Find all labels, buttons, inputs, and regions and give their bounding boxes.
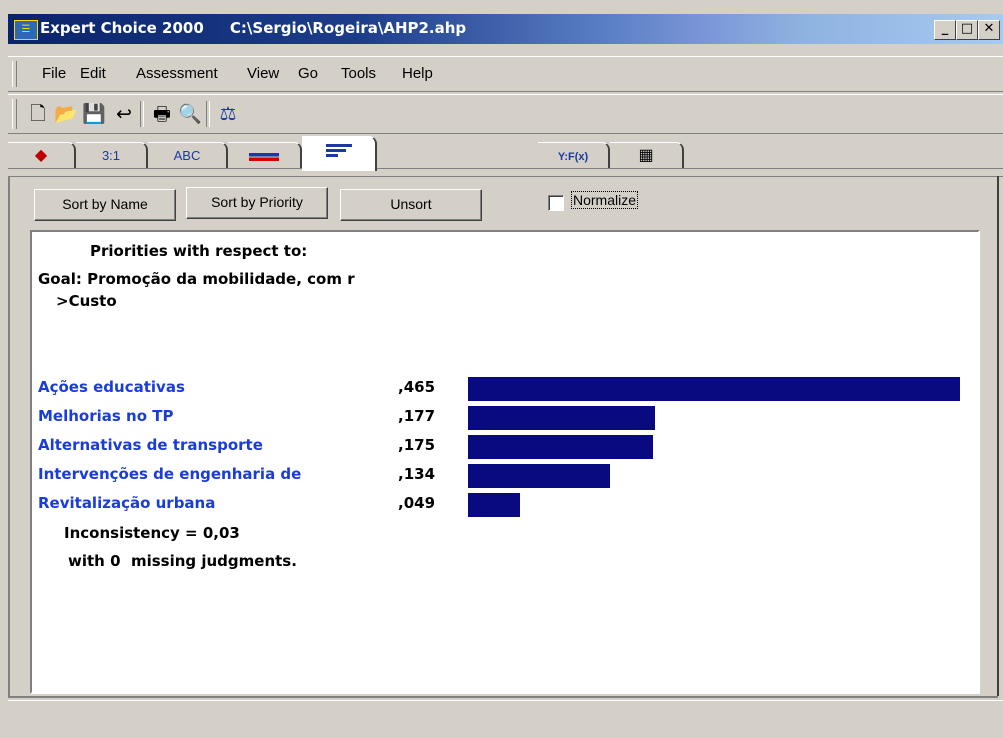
minimize-button[interactable]: _ bbox=[934, 20, 956, 40]
status-bar bbox=[8, 700, 1003, 738]
mode-tabs: ◆ 3:1 ABC Y:F(x) ▦ bbox=[8, 136, 1003, 172]
tab-verbal[interactable]: ABC bbox=[148, 142, 228, 169]
graphic-bar-mode-icon bbox=[249, 152, 279, 161]
alternative-priority-value: ,049 bbox=[398, 494, 436, 512]
toolbar-separator bbox=[206, 101, 210, 127]
graphic-mode-icon: ◆ bbox=[34, 147, 48, 164]
sort-by-priority-button[interactable]: Sort by Priority bbox=[186, 187, 328, 219]
open-folder-icon[interactable]: 📂 bbox=[54, 102, 78, 126]
alternative-name[interactable]: Ações educativas bbox=[38, 378, 185, 396]
missing-judgments-text: with 0 missing judgments. bbox=[68, 552, 297, 570]
alternative-priority-value: ,134 bbox=[398, 465, 436, 483]
menu-grip[interactable] bbox=[12, 61, 17, 87]
synthesize-icon[interactable]: ⚖ bbox=[216, 102, 240, 126]
print-icon[interactable]: 🖶 bbox=[150, 102, 174, 126]
priorities-heading: Priorities with respect to: bbox=[90, 242, 308, 260]
alternative-priority-value: ,465 bbox=[398, 378, 436, 396]
menu-assessment[interactable]: Assessment bbox=[136, 65, 218, 82]
alternative-name[interactable]: Alternativas de transporte bbox=[38, 436, 263, 454]
node-label: >Custo bbox=[56, 292, 117, 310]
priorities-panel: Priorities with respect to: Goal: Promoç… bbox=[30, 230, 980, 694]
tab-numeric-label: 3:1 bbox=[101, 148, 121, 163]
window-title: Expert Choice 2000 C:\Sergio\Rogeira\AHP… bbox=[40, 19, 467, 37]
undo-icon[interactable]: ↩ bbox=[112, 102, 136, 126]
formula-icon: Y:F(x) bbox=[557, 151, 589, 163]
menu-tools[interactable]: Tools bbox=[341, 65, 376, 82]
title-bar[interactable]: ☰ Expert Choice 2000 C:\Sergio\Rogeira\A… bbox=[8, 14, 1003, 44]
inconsistency-text: Inconsistency = 0,03 bbox=[64, 524, 240, 542]
menu-go[interactable]: Go bbox=[298, 65, 318, 82]
tab-graphic[interactable]: ◆ bbox=[8, 142, 76, 169]
menu-bar: File Edit Assessment View Go Tools Help bbox=[8, 56, 1003, 92]
grid-icon: ▦ bbox=[638, 147, 654, 164]
tab-baseline bbox=[8, 168, 1003, 169]
app-window: ☰ Expert Choice 2000 C:\Sergio\Rogeira\A… bbox=[0, 0, 1003, 737]
action-bar: Sort by Name Sort by Priority Unsort Nor… bbox=[8, 176, 1003, 229]
priority-bar bbox=[468, 493, 520, 517]
menu-view[interactable]: View bbox=[247, 65, 279, 82]
normalize-label[interactable]: Normalize bbox=[571, 191, 639, 209]
tab-grid[interactable]: ▦ bbox=[610, 142, 684, 169]
alternative-priority-value: ,175 bbox=[398, 436, 436, 454]
save-icon[interactable]: 💾 bbox=[82, 102, 106, 126]
alternative-priority-value: ,177 bbox=[398, 407, 436, 425]
tab-verbal-label: ABC bbox=[173, 148, 201, 163]
maximize-button[interactable]: □ bbox=[956, 20, 978, 40]
priority-bar bbox=[468, 435, 653, 459]
priority-bar bbox=[468, 377, 960, 401]
sort-by-name-button[interactable]: Sort by Name bbox=[34, 189, 176, 221]
alternative-name[interactable]: Melhorias no TP bbox=[38, 407, 173, 425]
priority-bar bbox=[468, 406, 655, 430]
toolbar-grip[interactable] bbox=[12, 99, 17, 129]
alternative-name[interactable]: Revitalização urbana bbox=[38, 494, 215, 512]
menu-file[interactable]: File bbox=[42, 65, 66, 82]
menu-edit[interactable]: Edit bbox=[80, 65, 106, 82]
alternative-name[interactable]: Intervenções de engenharia de bbox=[38, 465, 301, 483]
print-preview-icon[interactable]: 🔍 bbox=[178, 102, 202, 126]
tab-numeric[interactable]: 3:1 bbox=[76, 142, 148, 169]
priorities-mode-icon bbox=[326, 142, 352, 159]
tab-graphical[interactable] bbox=[228, 142, 302, 169]
menu-help[interactable]: Help bbox=[402, 65, 433, 82]
tab-formula[interactable]: Y:F(x) bbox=[538, 142, 610, 169]
unsort-button[interactable]: Unsort bbox=[340, 189, 482, 221]
priority-bar bbox=[468, 464, 610, 488]
frame-bottom-edge bbox=[8, 696, 998, 698]
normalize-checkbox[interactable] bbox=[548, 195, 564, 211]
frame-left-edge bbox=[8, 176, 10, 696]
new-file-icon[interactable]: 🗋 bbox=[26, 102, 50, 126]
goal-label: Goal: Promoção da mobilidade, com r bbox=[38, 270, 355, 288]
frame-right-edge bbox=[997, 176, 999, 696]
toolbar: 🗋 📂 💾 ↩ 🖶 🔍 ⚖ bbox=[8, 94, 1003, 134]
toolbar-separator bbox=[140, 101, 144, 127]
app-icon[interactable]: ☰ bbox=[14, 20, 38, 40]
tab-priorities[interactable] bbox=[302, 136, 377, 171]
close-button[interactable]: ✕ bbox=[978, 20, 1000, 40]
